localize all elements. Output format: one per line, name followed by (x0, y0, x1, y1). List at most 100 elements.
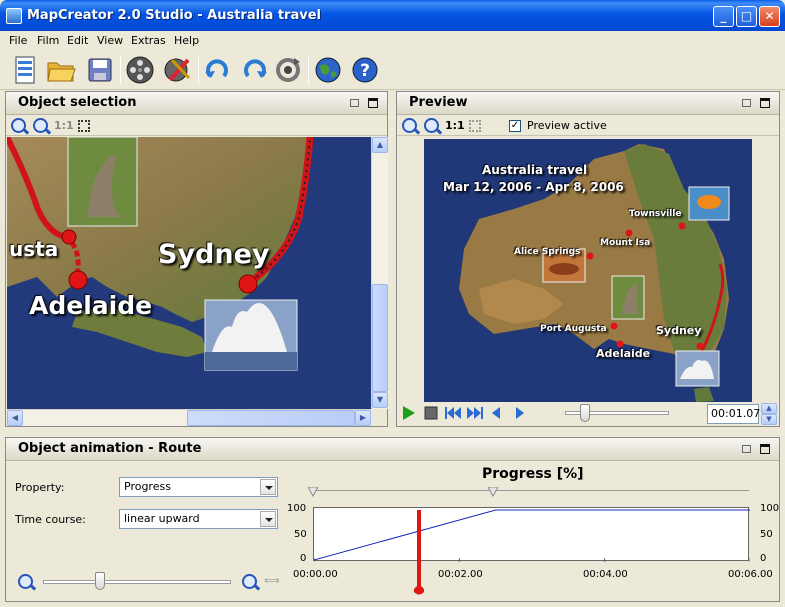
range-end-handle[interactable] (488, 487, 498, 497)
restore-icon[interactable] (742, 99, 751, 107)
stop-icon[interactable] (424, 406, 438, 420)
object-selection-header: Object selection (6, 92, 387, 115)
object-selection-map[interactable]: usta Sydney Adelaide (7, 137, 371, 409)
graph-zoom-slider[interactable] (43, 580, 231, 584)
cycle-icon[interactable] (272, 54, 304, 86)
maximize-icon[interactable] (368, 98, 378, 108)
preview-map[interactable]: Australia travel Mar 12, 2006 - Apr 8, 2… (424, 139, 752, 402)
zoom-fit-icon[interactable] (78, 120, 90, 132)
maximize-button[interactable]: □ (736, 6, 757, 27)
toolbar: ? (0, 50, 785, 90)
scroll-up-button[interactable]: ▲ (372, 137, 388, 153)
film-list-icon[interactable] (9, 54, 41, 86)
preview-zoombar: 1:1 ✓ Preview active (397, 115, 779, 136)
menu-extras[interactable]: Extras (131, 34, 166, 47)
time-cursor[interactable] (417, 510, 422, 590)
preview-title: Preview (409, 95, 468, 110)
fit-width-icon[interactable]: ⟺ (264, 574, 280, 587)
time-up-button[interactable]: ▲ (761, 403, 777, 414)
play-icon[interactable] (402, 406, 416, 420)
x-tick-2: 00:02.00 (438, 569, 483, 580)
globe-icon[interactable] (312, 54, 344, 86)
property-value: Progress (124, 480, 171, 493)
map-label-usta: usta (9, 237, 59, 261)
zoom-1to1-button[interactable]: 1:1 (445, 119, 465, 132)
y-tick-50: 50 (294, 529, 307, 540)
property-label: Property: (15, 481, 65, 494)
scroll-right-button[interactable]: ▶ (355, 410, 371, 426)
object-animation-header: Object animation - Route (6, 438, 779, 461)
help-icon[interactable]: ? (349, 54, 381, 86)
preview-active-label: Preview active (527, 119, 607, 132)
step-back-icon[interactable] (491, 406, 501, 420)
menu-edit[interactable]: Edit (67, 34, 88, 47)
map-label-sydney: Sydney (158, 239, 270, 270)
time-cursor-handle[interactable] (414, 584, 425, 596)
graph-zoom-slider-thumb[interactable] (95, 572, 105, 590)
horizontal-scroll-thumb[interactable] (187, 410, 355, 426)
menu-file[interactable]: File (9, 34, 27, 47)
redo-icon[interactable] (238, 54, 270, 86)
scroll-down-button[interactable]: ▼ (372, 392, 388, 408)
time-course-label: Time course: (15, 513, 86, 526)
scroll-left-button[interactable]: ◀ (7, 410, 23, 426)
zoom-fit-icon[interactable] (469, 120, 481, 132)
y-tick-50-right: 50 (760, 529, 773, 540)
range-start-handle[interactable] (308, 487, 318, 497)
zoom-in-icon[interactable] (424, 118, 439, 133)
map-title: Australia travel (482, 163, 588, 177)
film-tools-icon[interactable] (162, 54, 194, 86)
chevron-down-icon[interactable] (260, 479, 276, 495)
menu-view[interactable]: View (97, 34, 123, 47)
svg-text:?: ? (360, 61, 370, 81)
y-tick-100: 100 (287, 503, 307, 514)
vertical-scroll-thumb[interactable] (372, 284, 388, 392)
object-selection-zoombar: 1:1 (6, 115, 387, 136)
horizontal-scrollbar[interactable]: ◀ ▶ (7, 409, 371, 426)
restore-icon[interactable] (350, 99, 359, 107)
menu-help[interactable]: Help (174, 34, 199, 47)
film-reel-icon[interactable] (124, 54, 156, 86)
timeline-slider-thumb[interactable] (580, 404, 590, 422)
time-down-button[interactable]: ▼ (761, 414, 777, 425)
y-tick-100-right: 100 (760, 503, 780, 514)
city-townsville: Townsville (629, 209, 682, 219)
playback-bar: 00:01.07 ▲ ▼ (397, 402, 779, 426)
preview-active-checkbox[interactable]: ✓ (509, 120, 521, 132)
open-folder-icon[interactable] (45, 54, 77, 86)
rewind-icon[interactable] (445, 406, 461, 420)
vertical-scrollbar[interactable]: ▲ ▼ (371, 137, 388, 409)
maximize-icon[interactable] (760, 98, 770, 108)
time-range-track[interactable] (313, 490, 749, 491)
zoom-in-icon[interactable] (242, 574, 257, 589)
zoom-in-icon[interactable] (33, 118, 48, 133)
zoom-1to1-button[interactable]: 1:1 (54, 119, 74, 132)
time-course-select[interactable]: linear upward (119, 509, 278, 529)
app-icon (6, 8, 22, 24)
undo-icon[interactable] (202, 54, 234, 86)
menu-film[interactable]: Film (37, 34, 59, 47)
zoom-out-icon[interactable] (402, 118, 417, 133)
close-button[interactable]: ✕ (759, 6, 780, 27)
time-input[interactable]: 00:01.07 (707, 404, 760, 424)
window-title: MapCreator 2.0 Studio - Australia travel (27, 8, 321, 23)
step-forward-icon[interactable] (515, 406, 525, 420)
x-tick-4: 00:04.00 (583, 569, 628, 580)
save-disk-icon[interactable] (84, 54, 116, 86)
minimize-button[interactable]: _ (713, 6, 734, 27)
progress-graph[interactable] (313, 507, 750, 562)
zoom-out-icon[interactable] (11, 118, 26, 133)
title-bar: MapCreator 2.0 Studio - Australia travel… (0, 0, 785, 31)
restore-icon[interactable] (742, 445, 751, 453)
chevron-down-icon[interactable] (260, 511, 276, 527)
property-select[interactable]: Progress (119, 477, 278, 497)
y-tick-0: 0 (300, 553, 307, 564)
fast-forward-icon[interactable] (467, 406, 483, 420)
city-port-augusta: Port Augusta (540, 324, 607, 334)
y-tick-0-right: 0 (760, 553, 767, 564)
maximize-icon[interactable] (760, 444, 770, 454)
zoom-out-icon[interactable] (18, 574, 33, 589)
object-animation-panel: Object animation - Route Property: Progr… (5, 437, 780, 602)
preview-panel: Preview 1:1 ✓ Preview active Australia t… (396, 91, 780, 427)
time-course-value: linear upward (124, 512, 200, 525)
